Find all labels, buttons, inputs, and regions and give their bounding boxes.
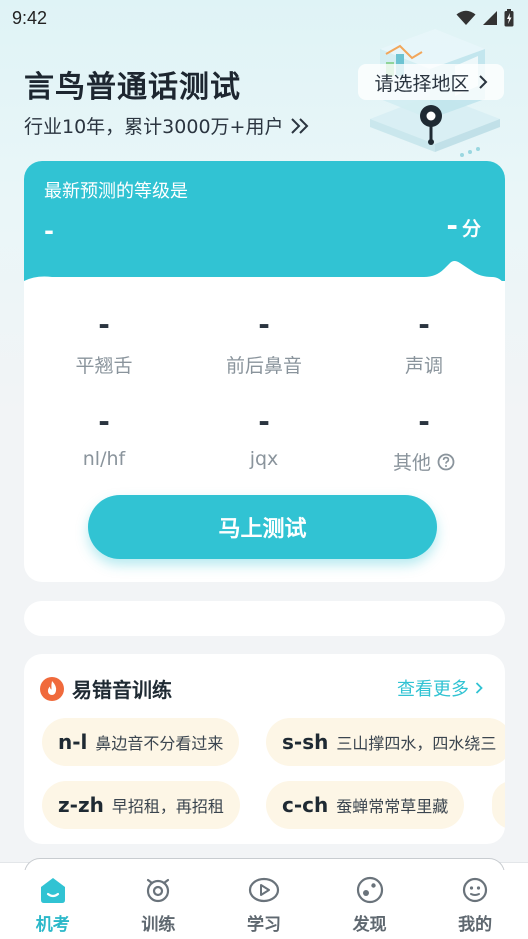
metric-label: 平翘舌 xyxy=(75,351,132,378)
practice-header: 易错音训练 xyxy=(40,674,172,703)
see-more-label: 查看更多 xyxy=(397,679,469,700)
double-chevron-right-icon xyxy=(291,117,309,134)
select-region-button[interactable]: 请选择地区 xyxy=(358,64,504,100)
prediction-card: 最新预测的等级是 - - 分 - 平翘舌 - 前后鼻音 - 声调 - nl/hf… xyxy=(24,161,505,582)
metric-value: - xyxy=(418,308,430,341)
tab-label: 机考 xyxy=(35,915,70,935)
exam-icon xyxy=(38,872,68,908)
chevron-right-icon xyxy=(475,682,483,694)
practice-card: 易错音训练 查看更多 n-l 鼻边音不分看过来 s-sh 三山撑四水，四水绕三 … xyxy=(24,654,505,844)
practice-item-code: z-zh xyxy=(58,793,104,817)
prediction-level: - xyxy=(44,217,54,245)
metric-value: - xyxy=(418,405,430,438)
tab-label: 我的 xyxy=(458,915,493,935)
prediction-score: - 分 xyxy=(446,209,481,242)
banner-placeholder xyxy=(24,601,505,636)
metric-item: - 前后鼻音 xyxy=(184,311,344,378)
select-region-label: 请选择地区 xyxy=(374,72,470,95)
location-pin-icon xyxy=(420,105,442,145)
metric-label-text: 前后鼻音 xyxy=(225,355,302,377)
metric-item: - jqx xyxy=(184,405,344,471)
metric-label-text: 其他 xyxy=(392,452,431,474)
app-subtitle-text: 行业10年，累计3000万+用户 xyxy=(24,116,284,138)
metric-value: - xyxy=(258,308,270,341)
chevron-right-icon xyxy=(478,75,487,89)
metric-label: jqx xyxy=(250,448,279,470)
tab-label: 学习 xyxy=(246,915,281,935)
metric-label-text: 平翘舌 xyxy=(75,355,133,377)
practice-item-desc: 蚕蝉常常草里藏 xyxy=(336,797,449,816)
metric-item: - nl/hf xyxy=(24,405,184,471)
tab-label: 训练 xyxy=(141,915,176,935)
practice-item-code: c-ch xyxy=(282,793,329,817)
practice-item-code: s-sh xyxy=(282,730,329,754)
app-title: 言鸟普通话测试 xyxy=(24,70,241,105)
tab-label: 发现 xyxy=(352,915,387,935)
prediction-score-unit: 分 xyxy=(461,218,481,240)
practice-item[interactable]: n-l 鼻边音不分看过来 xyxy=(42,718,240,766)
practice-item-desc: 早招租，再招租 xyxy=(111,797,224,816)
profile-face-icon xyxy=(460,872,490,908)
metric-label-text: nl/hf xyxy=(82,448,126,470)
metric-value: - xyxy=(258,405,270,438)
practice-title: 易错音训练 xyxy=(72,678,172,702)
discover-icon xyxy=(355,872,385,908)
tab-exam[interactable]: 机考 xyxy=(0,870,106,939)
flame-icon xyxy=(40,676,64,701)
metric-label: nl/hf xyxy=(83,448,125,470)
tab-mine[interactable]: 我的 xyxy=(422,870,528,939)
practice-item[interactable]: c-ch 蚕蝉常常草里藏 xyxy=(266,781,465,829)
practice-item[interactable]: z-zh 早招租，再招租 xyxy=(42,781,240,829)
metric-item: - 其他 xyxy=(344,408,504,475)
metric-value: - xyxy=(98,308,110,341)
prediction-label: 最新预测的等级是 xyxy=(44,181,188,202)
bottom-tab-bar: 机考 训练 学习 发现 我的 xyxy=(0,870,528,939)
metric-item: - 声调 xyxy=(344,311,504,378)
start-test-button[interactable]: 马上测试 xyxy=(88,495,437,559)
practice-item-desc: 鼻边音不分看过来 xyxy=(95,734,224,753)
practice-item-code: n-l xyxy=(58,730,88,754)
see-more-link[interactable]: 查看更多 xyxy=(397,675,483,701)
practice-item[interactable]: s-sh 三山撑四水，四水绕三 xyxy=(266,718,505,766)
help-circle-icon[interactable] xyxy=(437,453,455,471)
metric-label-text: jqx xyxy=(249,448,279,470)
practice-item[interactable] xyxy=(492,781,505,829)
prediction-score-value: - xyxy=(446,209,458,242)
metric-item: - 平翘舌 xyxy=(24,311,184,378)
app-subtitle[interactable]: 行业10年，累计3000万+用户 xyxy=(24,112,311,139)
metric-label-text: 声调 xyxy=(404,355,443,377)
status-time: 9:42 xyxy=(12,7,48,28)
tab-discover[interactable]: 发现 xyxy=(317,870,423,939)
play-video-icon xyxy=(248,872,280,908)
tab-training[interactable]: 训练 xyxy=(106,870,212,939)
tab-learn[interactable]: 学习 xyxy=(211,870,317,939)
practice-item-desc: 三山撑四水，四水绕三 xyxy=(336,734,497,753)
metric-label[interactable]: 其他 xyxy=(393,448,455,475)
metric-label: 前后鼻音 xyxy=(226,351,302,378)
metric-label: 声调 xyxy=(405,351,443,378)
alarm-clock-icon xyxy=(143,872,173,908)
metric-value: - xyxy=(98,405,110,438)
